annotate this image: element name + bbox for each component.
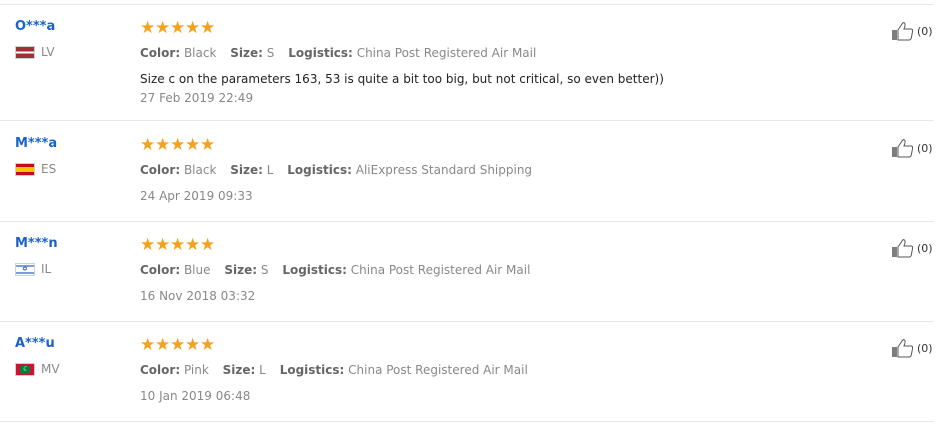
size-value: L [259,363,266,377]
color-label: Color: [140,163,181,177]
star-rating: ★ ★ ★ ★ ★ [140,337,215,354]
reviewer-country: ✡ IL [15,262,51,276]
star-icon: ★ [140,335,156,355]
star-rating: ★ ★ ★ ★ ★ [140,137,215,154]
star-icon: ★ [170,18,186,38]
color-value: Black [183,46,217,60]
star-icon: ★ [185,18,201,38]
star-icon: ★ [200,18,216,38]
review-item: M***a ES ★ ★ ★ ★ ★ Color: Black Size: L Logi… [0,122,945,222]
review-date: 27 Feb 2019 22:49 [140,91,254,105]
color-value: Pink [183,363,209,377]
logistics-value: China Post Registered Air Mail [348,363,528,377]
logistics-value: AliExpress Standard Shipping [355,163,533,177]
logistics-value: China Post Registered Air Mail [350,263,531,277]
thumbs-up-icon [892,139,914,158]
star-icon: ★ [185,335,201,355]
thumbs-up-icon [892,22,914,41]
star-icon: ★ [200,235,216,255]
star-icon: ★ [140,18,156,38]
order-attributes: Color: Black Size: S Logistics: China Po… [140,46,546,60]
order-attributes: Color: Blue Size: S Logistics: China Pos… [140,263,540,277]
reviewer-name[interactable]: M***n [15,236,58,251]
helpful-button[interactable]: (0) [891,21,933,41]
reviewer-name[interactable]: A***u [15,336,55,351]
review-date: 16 Nov 2018 03:32 [140,289,256,303]
reviewer-country: ☾ MV [15,362,60,376]
review-divider [0,120,934,121]
size-value: S [260,263,269,277]
color-value: Blue [183,263,211,277]
helpful-count: (0) [917,141,933,155]
color-label: Color: [140,46,181,60]
review-item: A***u ☾ MV ★ ★ ★ ★ ★ Color: Pink Size: L Log… [0,322,945,422]
helpful-button[interactable]: (0) [891,338,933,358]
color-label: Color: [140,263,181,277]
reviewer-name[interactable]: M***a [15,136,57,151]
logistics-label: Logistics: [287,163,352,177]
star-icon: ★ [200,135,216,155]
logistics-label: Logistics: [282,263,347,277]
star-icon: ★ [170,235,186,255]
size-value: S [266,46,275,60]
star-icon: ★ [185,235,201,255]
reviewer-name[interactable]: O***a [15,19,55,34]
star-icon: ★ [200,335,216,355]
size-label: Size: [230,46,263,60]
logistics-label: Logistics: [279,363,345,377]
review-divider [0,421,934,422]
helpful-button[interactable]: (0) [891,138,933,158]
logistics-label: Logistics: [288,46,353,60]
helpful-button[interactable]: (0) [891,238,933,258]
review-date: 24 Apr 2019 09:33 [140,189,253,203]
order-attributes: Color: Black Size: L Logistics: AliExpre… [140,163,542,177]
logistics-value: China Post Registered Air Mail [356,46,537,60]
star-icon: ★ [170,135,186,155]
review-item: O***a LV ★ ★ ★ ★ ★ Color: Black Size: S Logi… [0,5,945,121]
color-value: Black [183,163,217,177]
color-label: Color: [140,363,181,377]
size-value: L [266,163,274,177]
helpful-count: (0) [917,24,933,38]
country-code: ES [41,162,57,176]
star-rating: ★ ★ ★ ★ ★ [140,20,215,37]
star-icon: ★ [155,135,171,155]
size-label: Size: [224,263,258,277]
country-code: LV [41,45,55,59]
size-label: Size: [230,163,263,177]
size-label: Size: [222,363,256,377]
star-icon: ★ [155,235,171,255]
country-code: IL [41,262,52,276]
flag-il-icon: ✡ [15,262,35,276]
flag-es-icon [15,162,35,176]
helpful-count: (0) [917,241,933,255]
reviewer-country: ES [15,162,56,176]
flag-lv-icon [15,45,35,59]
star-rating: ★ ★ ★ ★ ★ [140,237,215,254]
star-icon: ★ [155,335,171,355]
review-comment: Size c on the parameters 163, 53 is quit… [140,72,664,86]
reviewer-country: LV [15,45,55,59]
star-icon: ★ [140,135,156,155]
thumbs-up-icon [892,239,914,258]
order-attributes: Color: Pink Size: L Logistics: China Pos… [140,363,538,377]
star-icon: ★ [185,135,201,155]
star-icon: ★ [155,18,171,38]
thumbs-up-icon [892,339,914,358]
star-icon: ★ [140,235,156,255]
review-date: 10 Jan 2019 06:48 [140,389,251,403]
flag-mv-icon: ☾ [15,362,35,376]
star-icon: ★ [170,335,186,355]
helpful-count: (0) [917,341,933,355]
review-item: M***n ✡ IL ★ ★ ★ ★ ★ Color: Blue Size: S Log… [0,222,945,322]
country-code: MV [41,362,60,376]
